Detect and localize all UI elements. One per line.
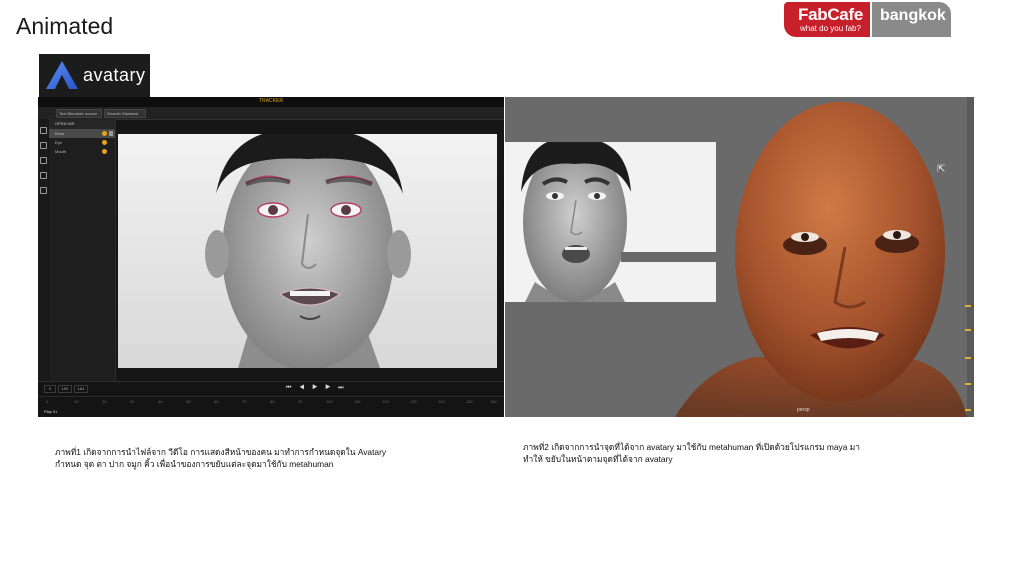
avatary-tracker-screenshot: TRACKER Text Blendset: source Smooth Sta…	[38, 97, 504, 417]
caption-right: ภาพที่2 เกิดจากการนำจุดที่ได้จาก avatary…	[523, 442, 860, 464]
tool-icon[interactable]	[39, 187, 47, 194]
avatary-wordmark: avatary	[83, 65, 146, 85]
ruler-tick: 20	[102, 399, 107, 404]
timeline-end-field[interactable]: 164	[74, 385, 88, 393]
smooth-select[interactable]: Smooth Standard	[104, 109, 146, 118]
reference-face-image	[505, 142, 716, 302]
app-name: TRACKER	[259, 98, 283, 104]
video-viewport[interactable]	[118, 134, 497, 368]
bangkok-text: bangkok	[880, 7, 946, 24]
ruler-tick: 80	[270, 399, 275, 404]
fabcafe-logo: FabCafe what do you fab?	[784, 2, 870, 37]
ruler-tick: 30	[130, 399, 135, 404]
playback-controls[interactable]: ⏮ ◀ ▶ ▶ ⏭	[286, 385, 347, 392]
ruler-tick: 50	[186, 399, 191, 404]
status-dot-icon	[102, 149, 107, 154]
ruler-tick: 100	[326, 399, 333, 404]
panel-row[interactable]: Mouth	[49, 147, 115, 156]
ruler-tick: 140	[438, 399, 445, 404]
panel-header: OPEN DIR	[49, 119, 115, 129]
shelf-marker	[965, 357, 971, 359]
tool-icon[interactable]	[39, 142, 47, 149]
avatary-a-icon	[46, 61, 78, 89]
tracking-panel: OPEN DIR Brow Eye Mouth	[49, 119, 116, 381]
camera-label: persp	[797, 407, 810, 413]
timeline: 0 100 164 ⏮ ◀ ▶ ▶ ⏭ 0 10 20 30 40 50 60 …	[38, 381, 504, 417]
tool-icon[interactable]	[39, 157, 47, 164]
panel-row-label: Mouth	[55, 149, 67, 154]
ruler-tick: 120	[382, 399, 389, 404]
ruler-tick: 160	[490, 399, 497, 404]
avatary-logo: avatary	[39, 54, 150, 97]
caption-left: ภาพที่1 เกิดจากการนำไฟล์จาก วีดีโอ การแส…	[55, 447, 387, 469]
slide-title: Animated	[16, 13, 114, 39]
panel-row[interactable]: Eye	[49, 138, 115, 147]
timeline-start-field[interactable]: 0	[44, 385, 56, 393]
shelf-marker	[965, 305, 971, 307]
status-dot-icon	[102, 140, 107, 145]
bangkok-badge: bangkok	[872, 2, 951, 37]
ruler-tick: 150	[466, 399, 473, 404]
tool-column	[38, 119, 48, 409]
shelf-marker	[965, 409, 971, 411]
shelf-marker	[965, 383, 971, 385]
play-label: Play 01	[44, 409, 58, 414]
ruler-tick: 40	[158, 399, 163, 404]
blendset-select[interactable]: Text Blendset: source	[56, 109, 102, 118]
reference-video-panel	[505, 142, 716, 302]
maya-side-toolbar	[967, 97, 974, 417]
fabcafe-wordmark: FabCafe	[798, 5, 863, 24]
ruler-tick: 110	[354, 399, 361, 404]
timeline-current-field[interactable]: 100	[58, 385, 72, 393]
ruler-tick: 90	[298, 399, 303, 404]
timeline-ruler[interactable]: 0 10 20 30 40 50 60 70 80 90 100 110 120…	[38, 396, 504, 413]
panel-row-label: Brow	[55, 131, 65, 136]
tool-icon[interactable]	[39, 172, 47, 179]
maya-metahuman-screenshot: ⇱ persp	[505, 97, 974, 417]
lock-icon	[109, 131, 113, 136]
fabcafe-tagline: what do you fab?	[800, 24, 861, 33]
shelf-marker	[965, 329, 971, 331]
panel-row-label: Eye	[55, 140, 62, 145]
ruler-tick: 10	[74, 399, 79, 404]
ruler-tick: 60	[214, 399, 219, 404]
status-dot-icon	[102, 131, 107, 136]
reference-panel-notch	[621, 252, 716, 262]
tracked-face-image	[118, 134, 497, 368]
mouse-cursor-icon: ⇱	[937, 164, 946, 175]
ruler-tick: 130	[410, 399, 417, 404]
ruler-tick: 70	[242, 399, 247, 404]
tool-icon[interactable]	[39, 127, 47, 134]
panel-row[interactable]: Brow	[49, 129, 115, 138]
ruler-tick: 0	[46, 399, 49, 404]
